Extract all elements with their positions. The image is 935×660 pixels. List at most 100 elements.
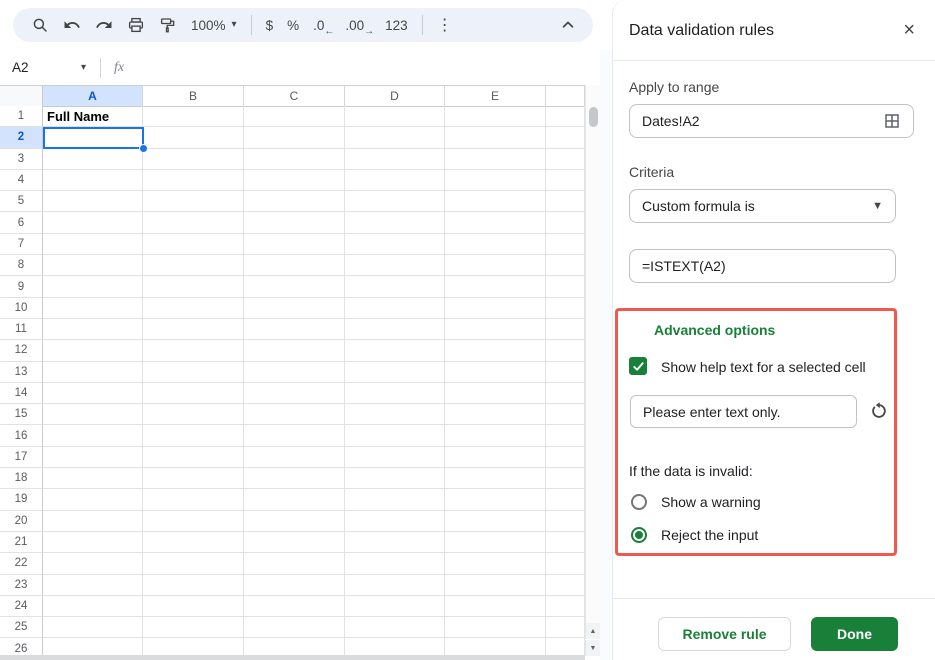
help-text-input[interactable]: Please enter text only. bbox=[630, 395, 857, 428]
remove-rule-button[interactable]: Remove rule bbox=[658, 617, 791, 651]
redo-icon[interactable] bbox=[95, 16, 113, 34]
grid-cell-B14[interactable] bbox=[143, 383, 244, 404]
grid-cell-A23[interactable] bbox=[43, 575, 143, 596]
grid-cell-A5[interactable] bbox=[43, 191, 143, 212]
grid-cell-D19[interactable] bbox=[345, 489, 445, 510]
grid-cell-B22[interactable] bbox=[143, 553, 244, 574]
grid-cell-E11[interactable] bbox=[445, 319, 546, 340]
grid-cell-partial-12[interactable] bbox=[546, 340, 585, 361]
grid-cell-C17[interactable] bbox=[244, 447, 345, 468]
row-header-20[interactable]: 20 bbox=[0, 511, 43, 532]
grid-cell-A12[interactable] bbox=[43, 340, 143, 361]
grid-cell-partial-7[interactable] bbox=[546, 234, 585, 255]
row-header-16[interactable]: 16 bbox=[0, 425, 43, 446]
grid-cell-C22[interactable] bbox=[244, 553, 345, 574]
grid-cell-C10[interactable] bbox=[244, 298, 345, 319]
vertical-scrollbar[interactable] bbox=[585, 85, 600, 623]
grid-cell-partial-10[interactable] bbox=[546, 298, 585, 319]
grid-cell-E12[interactable] bbox=[445, 340, 546, 361]
row-header-14[interactable]: 14 bbox=[0, 383, 43, 404]
grid-cell-E13[interactable] bbox=[445, 362, 546, 383]
grid-cell-partial-18[interactable] bbox=[546, 468, 585, 489]
grid-cell-partial-2[interactable] bbox=[546, 127, 585, 148]
grid-cell-C2[interactable] bbox=[244, 127, 345, 148]
grid-cell-C18[interactable] bbox=[244, 468, 345, 489]
grid-cell-A24[interactable] bbox=[43, 596, 143, 617]
row-header-18[interactable]: 18 bbox=[0, 468, 43, 489]
grid-cell-C6[interactable] bbox=[244, 212, 345, 233]
grid-cell-C25[interactable] bbox=[244, 617, 345, 638]
search-icon[interactable] bbox=[31, 16, 49, 34]
grid-cell-A11[interactable] bbox=[43, 319, 143, 340]
decrease-decimal-button[interactable]: .0← bbox=[313, 18, 331, 33]
grid-cell-partial-14[interactable] bbox=[546, 383, 585, 404]
grid-cell-C13[interactable] bbox=[244, 362, 345, 383]
grid-cell-A16[interactable] bbox=[43, 425, 143, 446]
grid-cell-A19[interactable] bbox=[43, 489, 143, 510]
grid-cell-A10[interactable] bbox=[43, 298, 143, 319]
grid-cell-A9[interactable] bbox=[43, 276, 143, 297]
row-header-17[interactable]: 17 bbox=[0, 447, 43, 468]
vertical-scrollbar-thumb[interactable] bbox=[589, 107, 598, 127]
grid-cell-partial-21[interactable] bbox=[546, 532, 585, 553]
grid-cell-E6[interactable] bbox=[445, 212, 546, 233]
grid-cell-E4[interactable] bbox=[445, 170, 546, 191]
paint-format-icon[interactable] bbox=[159, 16, 177, 34]
grid-cell-partial-25[interactable] bbox=[546, 617, 585, 638]
grid-cell-B1[interactable] bbox=[143, 106, 244, 127]
grid-cell-D18[interactable] bbox=[345, 468, 445, 489]
scroll-up-button[interactable]: ▲ bbox=[585, 623, 600, 639]
radio-selected-icon[interactable] bbox=[631, 527, 647, 543]
column-header-E[interactable]: E bbox=[445, 86, 546, 107]
grid-cell-B3[interactable] bbox=[143, 149, 244, 170]
row-header-4[interactable]: 4 bbox=[0, 170, 43, 191]
grid-cell-D15[interactable] bbox=[345, 404, 445, 425]
print-icon[interactable] bbox=[127, 16, 145, 34]
grid-cell-C5[interactable] bbox=[244, 191, 345, 212]
grid-cell-C23[interactable] bbox=[244, 575, 345, 596]
select-all-corner[interactable] bbox=[0, 86, 43, 107]
grid-cell-A8[interactable] bbox=[43, 255, 143, 276]
row-header-15[interactable]: 15 bbox=[0, 404, 43, 425]
row-header-21[interactable]: 21 bbox=[0, 532, 43, 553]
grid-cell-D5[interactable] bbox=[345, 191, 445, 212]
column-header-C[interactable]: C bbox=[244, 86, 345, 107]
grid-cell-A7[interactable] bbox=[43, 234, 143, 255]
grid-cell-E19[interactable] bbox=[445, 489, 546, 510]
radio-unselected-icon[interactable] bbox=[631, 494, 647, 510]
grid-cell-partial-11[interactable] bbox=[546, 319, 585, 340]
grid-cell-E2[interactable] bbox=[445, 127, 546, 148]
grid-cell-E5[interactable] bbox=[445, 191, 546, 212]
grid-cell-E16[interactable] bbox=[445, 425, 546, 446]
grid-cell-C7[interactable] bbox=[244, 234, 345, 255]
grid-cell-E23[interactable] bbox=[445, 575, 546, 596]
grid-cell-E15[interactable] bbox=[445, 404, 546, 425]
grid-cell-A15[interactable] bbox=[43, 404, 143, 425]
formula-input[interactable]: =ISTEXT(A2) bbox=[629, 249, 896, 283]
more-options-icon[interactable]: ⋮ bbox=[437, 15, 453, 35]
currency-format-button[interactable]: $ bbox=[266, 18, 274, 33]
grid-cell-C8[interactable] bbox=[244, 255, 345, 276]
grid-cell-E18[interactable] bbox=[445, 468, 546, 489]
range-input[interactable]: Dates!A2 bbox=[629, 104, 914, 138]
grid-cell-partial-15[interactable] bbox=[546, 404, 585, 425]
column-header-B[interactable]: B bbox=[143, 86, 244, 107]
grid-cell-A13[interactable] bbox=[43, 362, 143, 383]
column-header-A[interactable]: A bbox=[43, 86, 143, 107]
grid-cell-partial-5[interactable] bbox=[546, 191, 585, 212]
grid-cell-B8[interactable] bbox=[143, 255, 244, 276]
grid-cell-E21[interactable] bbox=[445, 532, 546, 553]
column-header-partial[interactable] bbox=[546, 86, 585, 107]
grid-cell-A22[interactable] bbox=[43, 553, 143, 574]
increase-decimal-button[interactable]: .00→ bbox=[345, 18, 371, 33]
grid-cell-D10[interactable] bbox=[345, 298, 445, 319]
row-header-6[interactable]: 6 bbox=[0, 212, 43, 233]
grid-cell-A21[interactable] bbox=[43, 532, 143, 553]
invalid-option-1[interactable]: Show a warning bbox=[629, 492, 909, 512]
grid-cell-C14[interactable] bbox=[244, 383, 345, 404]
grid-cell-C15[interactable] bbox=[244, 404, 345, 425]
grid-cell-C21[interactable] bbox=[244, 532, 345, 553]
grid-cell-B23[interactable] bbox=[143, 575, 244, 596]
grid-cell-partial-4[interactable] bbox=[546, 170, 585, 191]
grid-cell-C9[interactable] bbox=[244, 276, 345, 297]
